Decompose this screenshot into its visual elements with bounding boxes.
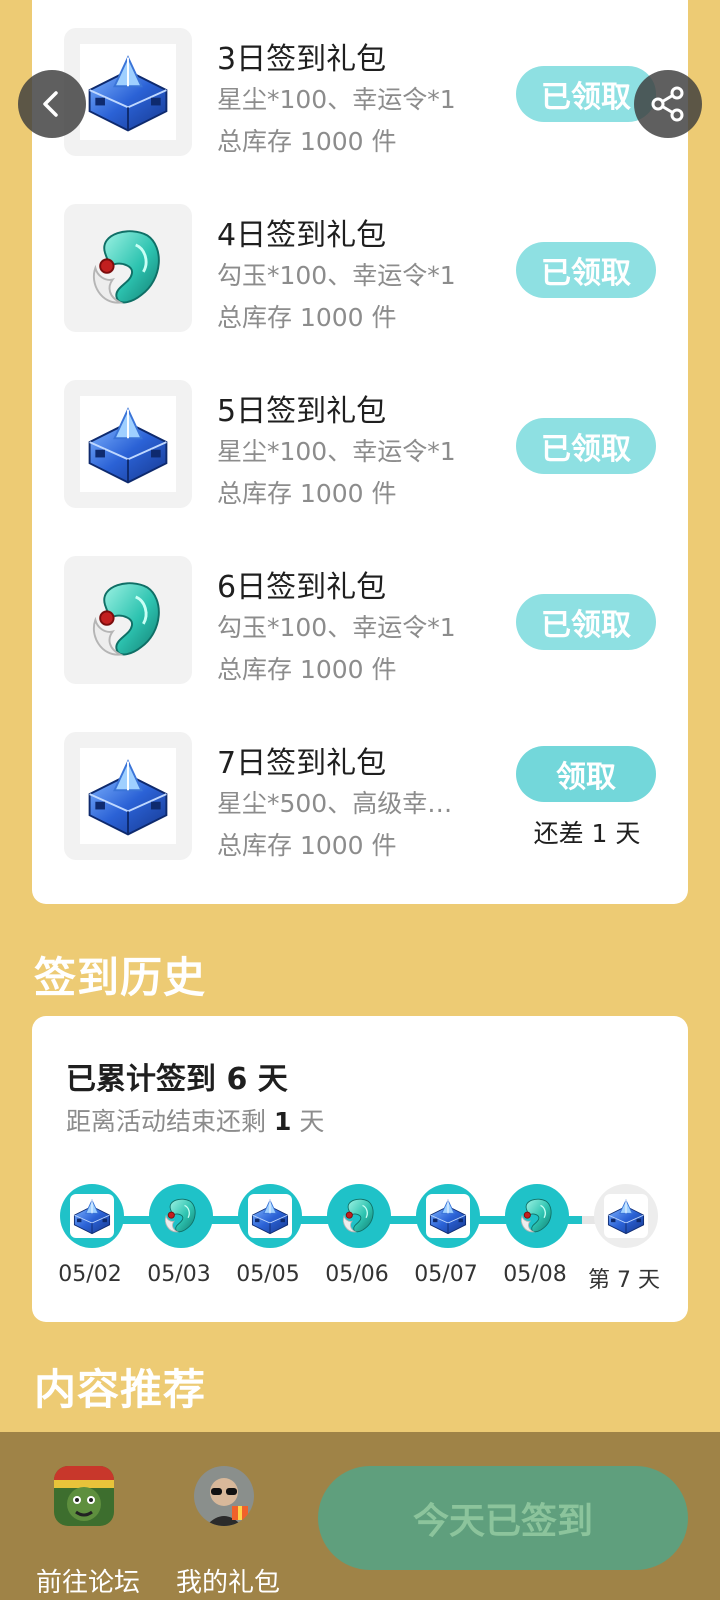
crystal-box-icon	[80, 748, 176, 844]
gift-row-day6: 6日签到礼包 勾玉*100、幸运令*1 总库存 1000 件 已领取	[32, 556, 688, 684]
claimed-button[interactable]: 已领取	[516, 242, 656, 298]
remain-days: 1	[273, 1107, 292, 1136]
gift-stock: 总库存 1000 件	[217, 655, 397, 684]
timeline-label: 第 7 天	[588, 1268, 660, 1293]
checked-in-button[interactable]: 今天已签到	[318, 1466, 688, 1570]
gift-stock: 总库存 1000 件	[217, 303, 397, 332]
timeline-label: 05/08	[503, 1262, 567, 1287]
timeline-label: 05/07	[414, 1262, 478, 1287]
timeline-node-pending	[594, 1184, 658, 1248]
my-gifts-label: 我的礼包	[175, 1568, 280, 1598]
gift-row-day7: 7日签到礼包 星尘*500、高级幸… 总库存 1000 件 领取 还差 1 天	[32, 732, 688, 860]
gift-desc: 星尘*100、幸运令*1	[217, 437, 456, 466]
gift-desc: 星尘*100、幸运令*1	[217, 85, 456, 114]
recommend-section-title: 内容推荐	[34, 1365, 207, 1414]
timeline-node	[149, 1184, 213, 1248]
game-avatar-icon	[54, 1466, 114, 1526]
gift-name: 6日签到礼包	[217, 570, 387, 605]
timeline-label: 05/05	[236, 1262, 300, 1287]
claim-button[interactable]: 领取	[516, 746, 656, 802]
crystal-box-icon	[80, 44, 176, 140]
my-gifts-link[interactable]: 我的礼包	[158, 1466, 298, 1598]
gift-list-card: 3日签到礼包 星尘*100、幸运令*1 总库存 1000 件 已领取 4日签到礼…	[32, 0, 688, 904]
history-section-title: 签到历史	[34, 953, 207, 1002]
total-suffix: 天	[257, 1062, 288, 1097]
timeline-node	[238, 1184, 302, 1248]
gift-name: 5日签到礼包	[217, 394, 387, 429]
gift-row-day3: 3日签到礼包 星尘*100、幸运令*1 总库存 1000 件 已领取	[32, 28, 688, 156]
gift-thumb	[64, 556, 192, 684]
timeline-label: 05/06	[325, 1262, 389, 1287]
checkin-timeline: 05/02 05/03 05/05 05/06 05/07 05/08 第 7 …	[32, 1184, 688, 1293]
timeline-node	[327, 1184, 391, 1248]
jade-magatama-icon	[515, 1194, 559, 1238]
remain-prefix: 距离活动结束还剩	[66, 1107, 267, 1136]
timeline-node	[505, 1184, 569, 1248]
share-button[interactable]	[634, 70, 702, 138]
timeline-label: 05/02	[58, 1262, 122, 1287]
gift-desc: 勾玉*100、幸运令*1	[217, 613, 456, 642]
timeline-node	[60, 1184, 124, 1248]
claimed-button[interactable]: 已领取	[516, 418, 656, 474]
total-prefix: 已累计签到	[66, 1062, 216, 1097]
days-remaining-text: 还差 1 天	[533, 819, 641, 848]
gift-stock: 总库存 1000 件	[217, 479, 397, 508]
total-checkin-text: 已累计签到 6 天	[66, 1054, 288, 1098]
share-icon	[651, 86, 684, 122]
crystal-box-icon	[70, 1194, 114, 1238]
gift-name: 4日签到礼包	[217, 218, 387, 253]
remaining-time-text: 距离活动结束还剩 1 天	[66, 1102, 324, 1138]
jade-magatama-icon	[80, 220, 176, 316]
chevron-left-icon	[43, 91, 58, 117]
gift-desc: 星尘*500、高级幸…	[217, 789, 453, 818]
gift-stock: 总库存 1000 件	[217, 831, 397, 860]
gift-thumb	[64, 732, 192, 860]
gift-row-day5: 5日签到礼包 星尘*100、幸运令*1 总库存 1000 件 已领取	[32, 380, 688, 508]
gift-thumb	[64, 380, 192, 508]
total-days: 6	[226, 1062, 248, 1097]
jade-magatama-icon	[159, 1194, 203, 1238]
bottom-bar: 前往论坛 我的礼包 今天已签到	[0, 1432, 720, 1600]
gift-stock: 总库存 1000 件	[217, 127, 397, 156]
jade-magatama-icon	[80, 572, 176, 668]
crystal-box-icon	[604, 1194, 648, 1238]
timeline-node	[416, 1184, 480, 1248]
gift-name: 3日签到礼包	[217, 42, 387, 77]
forum-label: 前往论坛	[35, 1568, 140, 1598]
user-avatar-icon	[194, 1466, 254, 1526]
gift-desc: 勾玉*100、幸运令*1	[217, 261, 456, 290]
gift-name: 7日签到礼包	[217, 746, 387, 781]
jade-magatama-icon	[337, 1194, 381, 1238]
gift-row-day4: 4日签到礼包 勾玉*100、幸运令*1 总库存 1000 件 已领取	[32, 204, 688, 332]
crystal-box-icon	[248, 1194, 292, 1238]
remain-suffix: 天	[299, 1107, 325, 1136]
back-button[interactable]	[18, 70, 86, 138]
gift-thumb	[64, 204, 192, 332]
claimed-button[interactable]: 已领取	[516, 594, 656, 650]
history-card: 已累计签到 6 天 距离活动结束还剩 1 天 05/02 05/03 05/05…	[32, 1016, 688, 1322]
forum-link[interactable]: 前往论坛	[18, 1466, 158, 1598]
timeline-label: 05/03	[147, 1262, 211, 1287]
crystal-box-icon	[80, 396, 176, 492]
crystal-box-icon	[426, 1194, 470, 1238]
